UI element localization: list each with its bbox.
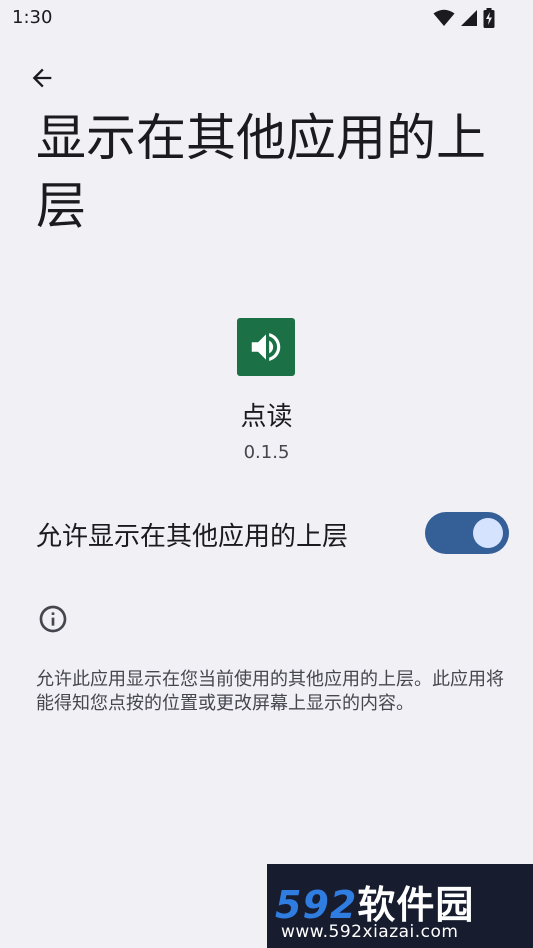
wifi-icon [433,9,455,26]
arrow-left-icon [32,68,52,88]
back-button[interactable] [22,58,62,98]
info-icon [39,605,67,633]
app-icon [237,318,295,376]
watermark-url: www.592xiazai.com [281,922,459,942]
permission-description: 允许此应用显示在您当前使用的其他应用的上层。此应用将能得知您点按的位置或更改屏幕… [36,669,504,714]
toggle-thumb [473,518,503,548]
permission-toggle[interactable] [425,512,509,554]
battery-charging-icon [483,8,495,28]
permission-row[interactable]: 允许显示在其他应用的上层 [0,500,533,566]
status-bar: 1:30 [0,0,533,36]
status-icons [433,8,495,28]
watermark: 592软件园 www.592xiazai.com [267,864,533,948]
app-name: 点读 [240,402,293,432]
watermark-logo-number: 592 [275,883,358,927]
page-title: 显示在其他应用的上层 [36,109,486,235]
status-time: 1:30 [12,7,53,28]
watermark-logo-text: 软件园 [357,883,475,927]
watermark-logo: 592软件园 [275,874,474,929]
cellular-signal-icon [461,10,477,26]
permission-label: 允许显示在其他应用的上层 [36,522,349,552]
speaker-icon [251,333,281,361]
app-version: 0.1.5 [243,442,290,463]
